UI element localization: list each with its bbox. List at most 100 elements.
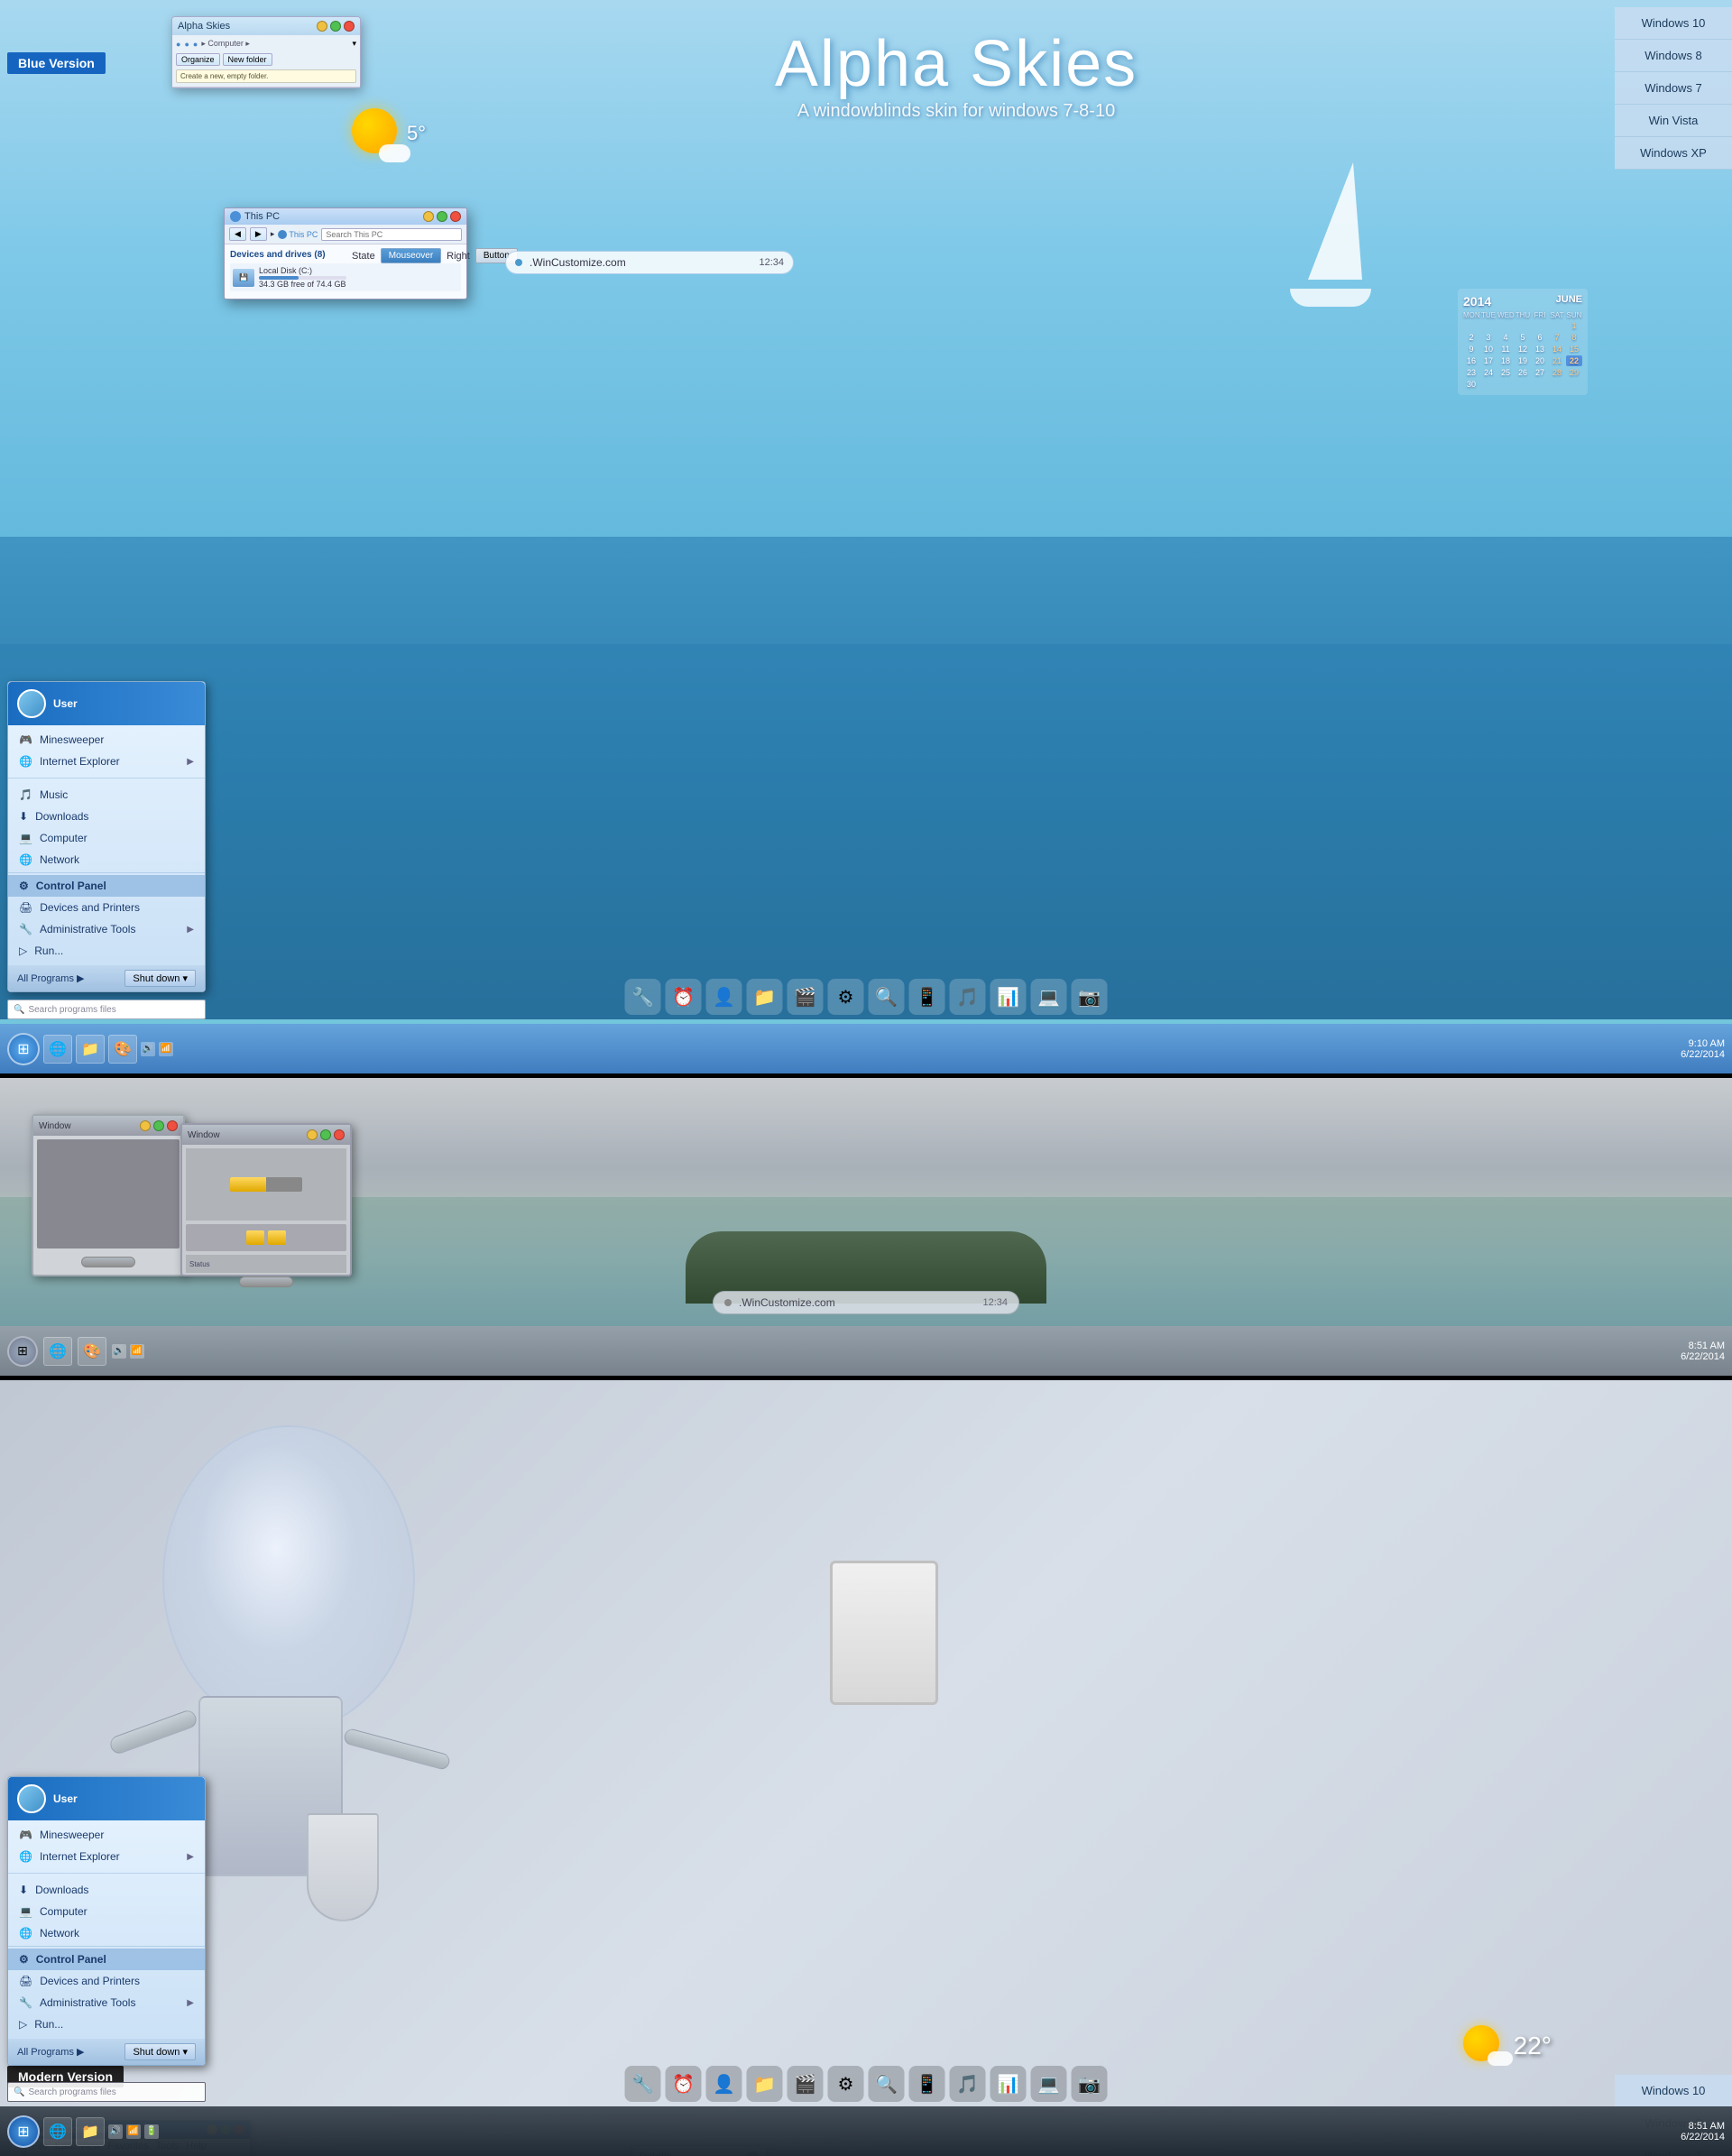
start-item-downloads[interactable]: ⬇ Downloads	[8, 806, 205, 827]
bottom-start-network[interactable]: 🌐 Network	[8, 1922, 205, 1944]
dock-icon-11[interactable]: 💻	[1031, 979, 1067, 1015]
taskbar-folder-icon[interactable]: 📁	[76, 1035, 105, 1064]
vista-close-1[interactable]	[167, 1120, 178, 1131]
dock-icon-1[interactable]: 🔧	[625, 979, 661, 1015]
forward-btn[interactable]: ▶	[250, 227, 267, 241]
browser-address-bar-top[interactable]: .WinCustomize.com 12:34	[505, 251, 794, 274]
win7-button-top[interactable]: Windows 7	[1615, 72, 1732, 105]
bottom-start-minesweeper[interactable]: 🎮 Minesweeper	[8, 1824, 205, 1846]
bottom-start-downloads[interactable]: ⬇ Downloads	[8, 1879, 205, 1901]
bottom-dock-3[interactable]: 👤	[706, 2066, 742, 2102]
bottom-start-computer[interactable]: 💻 Computer	[8, 1901, 205, 1922]
weather-widget-top: 5°	[352, 108, 426, 158]
middle-taskbar-ie[interactable]: 🌐	[43, 1337, 72, 1366]
new-folder-button[interactable]: New folder	[223, 53, 272, 66]
start-item-controlpanel[interactable]: ⚙ Control Panel	[8, 875, 205, 897]
vista-min-2[interactable]	[307, 1129, 318, 1140]
vista-content-2	[186, 1148, 346, 1221]
this-pc-close[interactable]	[450, 211, 461, 222]
bottom-all-programs[interactable]: All Programs ▶	[17, 2046, 84, 2058]
start-item-network[interactable]: 🌐 Network	[8, 849, 205, 871]
maximize-button[interactable]	[330, 21, 341, 32]
bottom-dock-7[interactable]: 🔍	[869, 2066, 905, 2102]
this-pc-search[interactable]	[321, 228, 462, 241]
dock-icon-12[interactable]: 📷	[1072, 979, 1108, 1015]
dock-icon-8[interactable]: 📱	[909, 979, 945, 1015]
middle-address-bar[interactable]: .WinCustomize.com 12:34	[713, 1291, 1019, 1314]
start-item-music[interactable]: 🎵 Music	[8, 784, 205, 806]
winvista-button-top[interactable]: Win Vista	[1615, 105, 1732, 137]
back-btn[interactable]: ◀	[229, 227, 246, 241]
bottom-shutdown-button[interactable]: Shut down ▾	[124, 2043, 196, 2060]
bottom-start-run[interactable]: ▷ Run...	[8, 2013, 205, 2035]
this-pc-minimize[interactable]	[423, 211, 434, 222]
middle-start-button[interactable]: ⊞	[7, 1336, 38, 1367]
taskbar-ps-icon[interactable]: 🎨	[108, 1035, 137, 1064]
bottom-dock-9[interactable]: 🎵	[950, 2066, 986, 2102]
vista-close-2[interactable]	[334, 1129, 345, 1140]
bottom-dock-4[interactable]: 📁	[747, 2066, 783, 2102]
vista-max-2[interactable]	[320, 1129, 331, 1140]
mouseover-button[interactable]: Mouseover	[381, 248, 441, 263]
start-button-top[interactable]: ⊞	[7, 1033, 40, 1065]
start-item-devices[interactable]: 🖨 Devices and Printers	[8, 897, 205, 918]
dock-icon-10[interactable]: 📊	[990, 979, 1027, 1015]
win10-button-bottom[interactable]: Windows 10	[1615, 2075, 1732, 2107]
win8-button-top[interactable]: Windows 8	[1615, 40, 1732, 72]
bottom-taskbar-ie[interactable]: 🌐	[43, 2117, 72, 2146]
plug-icon	[307, 1813, 379, 1921]
start-item-minesweeper[interactable]: 🎮 Minesweeper	[8, 729, 205, 751]
middle-taskbar-ps[interactable]: 🎨	[78, 1337, 106, 1366]
shutdown-button[interactable]: Shut down ▾	[124, 970, 196, 987]
bottom-dock-12[interactable]: 📷	[1072, 2066, 1108, 2102]
bottom-volume-icon[interactable]: 🔊	[108, 2124, 123, 2139]
organize-button[interactable]: Organize	[176, 53, 220, 66]
bottom-minesweeper-icon: 🎮	[19, 1829, 32, 1841]
start-item-admintools[interactable]: 🔧 Administrative Tools ▶	[8, 918, 205, 940]
bottom-start-button[interactable]: ⊞	[7, 2115, 40, 2148]
bottom-dock-2[interactable]: ⏰	[666, 2066, 702, 2102]
start-item-computer[interactable]: 💻 Computer	[8, 827, 205, 849]
volume-icon[interactable]: 🔊	[141, 1042, 155, 1056]
drive-c-item[interactable]: 💾 Local Disk (C:) 34.3 GB free of 74.4 G…	[230, 263, 461, 291]
bottom-battery-icon[interactable]: 🔋	[144, 2124, 159, 2139]
close-button[interactable]	[344, 21, 355, 32]
taskbar-ie-icon[interactable]: 🌐	[43, 1035, 72, 1064]
bottom-dock-8[interactable]: 📱	[909, 2066, 945, 2102]
dock-icon-6[interactable]: ⚙	[828, 979, 864, 1015]
bottom-search-bar[interactable]: 🔍 Search programs files	[7, 2082, 206, 2102]
bottom-dock-1[interactable]: 🔧	[625, 2066, 661, 2102]
dock-icon-4[interactable]: 📁	[747, 979, 783, 1015]
vista-slider-1[interactable]	[81, 1257, 135, 1267]
middle-network-icon[interactable]: 📶	[130, 1344, 144, 1359]
bottom-taskbar-folder[interactable]: 📁	[76, 2117, 105, 2146]
this-pc-maximize[interactable]	[437, 211, 447, 222]
downloads-icon: ⬇	[19, 810, 28, 823]
dock-icon-3[interactable]: 👤	[706, 979, 742, 1015]
bottom-dock-11[interactable]: 💻	[1031, 2066, 1067, 2102]
bottom-start-controlpanel[interactable]: ⚙ Control Panel	[8, 1949, 205, 1970]
search-bar-top[interactable]: 🔍 Search programs files	[7, 1000, 206, 1019]
vista-min-1[interactable]	[140, 1120, 151, 1131]
minimize-button[interactable]	[317, 21, 327, 32]
all-programs-button[interactable]: All Programs ▶	[17, 972, 85, 984]
bottom-dock-5[interactable]: 🎬	[788, 2066, 824, 2102]
bottom-dock-10[interactable]: 📊	[990, 2066, 1027, 2102]
bottom-start-admintools[interactable]: 🔧 Administrative Tools ▶	[8, 1992, 205, 2013]
bottom-start-devices[interactable]: 🖨 Devices and Printers	[8, 1970, 205, 1992]
bottom-dock-6[interactable]: ⚙	[828, 2066, 864, 2102]
middle-volume-icon[interactable]: 🔊	[112, 1344, 126, 1359]
dock-icon-5[interactable]: 🎬	[788, 979, 824, 1015]
winxp-button-top[interactable]: Windows XP	[1615, 137, 1732, 170]
start-item-run[interactable]: ▷ Run...	[8, 940, 205, 962]
vista-max-1[interactable]	[153, 1120, 164, 1131]
dock-icon-7[interactable]: 🔍	[869, 979, 905, 1015]
vista-slider-2[interactable]	[239, 1276, 293, 1287]
bottom-start-ie[interactable]: 🌐 Internet Explorer ▶	[8, 1846, 205, 1867]
dock-icon-9[interactable]: 🎵	[950, 979, 986, 1015]
dock-icon-2[interactable]: ⏰	[666, 979, 702, 1015]
network-tray-icon[interactable]: 📶	[159, 1042, 173, 1056]
bottom-network-tray-icon[interactable]: 📶	[126, 2124, 141, 2139]
start-item-ie[interactable]: 🌐 Internet Explorer ▶	[8, 751, 205, 772]
win10-button-top[interactable]: Windows 10	[1615, 7, 1732, 40]
